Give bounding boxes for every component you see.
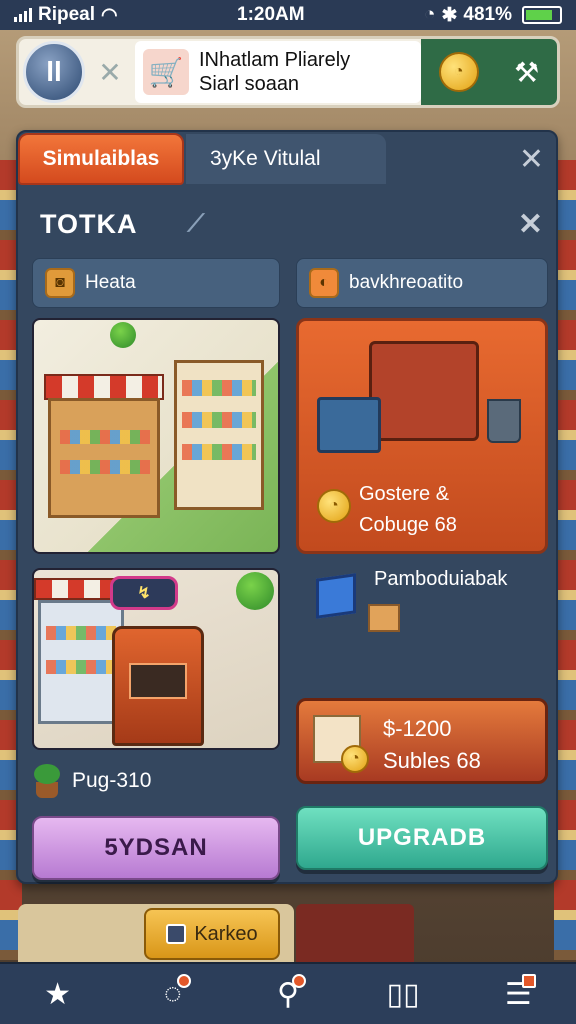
stall-goods (60, 430, 150, 444)
store-stall-scene[interactable] (32, 318, 280, 554)
tab-virtual[interactable]: 3yKe Vitulal (186, 134, 386, 184)
coin-icon: ◔ (341, 745, 369, 773)
map-pin-icon[interactable]: ◌ (151, 972, 195, 1016)
battery-percent: 481% (463, 4, 512, 25)
shelf-goods (182, 444, 256, 460)
stall-goods (60, 460, 150, 474)
reward-card[interactable]: ◔ $-1200 Subles 68 (296, 698, 548, 784)
wifi-icon: ◠ (101, 4, 118, 26)
ad-reward-area[interactable]: ◔ ⚒ (421, 39, 557, 105)
shopping-cart-icon: 🛒 (143, 49, 189, 95)
card-line-2: Cobuge 68 (359, 514, 457, 536)
coin-icon: ◔ (317, 489, 351, 523)
status-bar: Ripeal ◠ 1:20AM ◔ ✱ 481% (0, 0, 576, 30)
shelf-goods (182, 412, 256, 428)
ad-line-1: INhatlam Pliarely (199, 49, 351, 71)
plant-icon (110, 322, 136, 348)
left-action-button[interactable]: 5YDSAN (32, 816, 280, 880)
market-icon (166, 924, 187, 944)
neon-sign: ↯ (110, 576, 178, 610)
clock: 1:20AM (237, 4, 305, 25)
bush-icon (236, 572, 274, 610)
market-stall (48, 398, 160, 518)
book-icon[interactable]: ▯▯ (381, 972, 425, 1016)
fridge-goods (46, 626, 116, 640)
shop-machine (369, 341, 479, 441)
market-button[interactable]: Karkeo (144, 908, 280, 960)
signal-icon (14, 8, 32, 22)
upgrade-button[interactable]: UPGRADB (296, 806, 548, 870)
wrench-icon: ⟋ (187, 210, 206, 237)
tag-icon: ◐ (309, 268, 339, 298)
bottom-navigation: ★ ◌ ⚲ ▯▯ ☰ (0, 962, 576, 1024)
fridge-goods (46, 660, 116, 674)
plant-label: Pug-310 (72, 769, 152, 792)
right-category-label[interactable]: ◐ bavkhreoatito (296, 258, 548, 308)
battery-icon (522, 6, 562, 24)
hammer-icon[interactable]: ⚒ (514, 56, 539, 89)
left-category-text: Heata (85, 272, 136, 293)
news-icon[interactable]: ☰ (496, 972, 540, 1016)
close-tab-icon[interactable]: ✕ (519, 142, 544, 177)
camera-icon: ◙ (45, 268, 75, 298)
key-icon[interactable]: ⚲ (266, 972, 310, 1016)
plant-pot-icon (487, 399, 521, 443)
alarm-icon: ◔ (423, 4, 436, 25)
bottom-strip: Karkeo (18, 904, 558, 962)
coin-icon: ◔ (438, 52, 479, 92)
ad-line-2: Siarl soaan (199, 73, 300, 95)
reward-cost: $-1200 (383, 716, 452, 741)
close-panel-icon[interactable]: ✕ (518, 207, 544, 242)
stall-awning (44, 374, 164, 400)
register-card[interactable]: ◔ Gostere & Cobuge 68 (296, 318, 548, 554)
shelf-goods (182, 380, 256, 396)
market-button-label: Karkeo (194, 922, 258, 945)
tab-simulations[interactable]: Simulaiblas (18, 133, 184, 185)
card-line-1: Gostere & (359, 483, 450, 505)
bluetooth-icon: ✱ (441, 4, 458, 26)
cardboard-box-icon (368, 604, 400, 632)
ad-banner[interactable]: ll ✕ 🛒 INhatlam Pliarely Siarl soaan ◔ ⚒ (16, 36, 560, 108)
blue-box-icon (316, 573, 356, 619)
close-ad-icon[interactable]: ✕ (93, 56, 127, 89)
simulation-panel: Simulaiblas 3yKe Vitulal ✕ TOTKA ⟋ ✕ ◙ H… (16, 130, 558, 884)
app-logo: ll (23, 41, 85, 103)
cash-register-icon (317, 397, 381, 453)
vending-machine (112, 626, 204, 746)
ad-content[interactable]: 🛒 INhatlam Pliarely Siarl soaan (135, 41, 421, 103)
bottom-right-tile (296, 904, 414, 962)
reward-desc: Subles 68 (383, 747, 481, 773)
vending-scene[interactable]: ↯ (32, 568, 280, 750)
star-icon[interactable]: ★ (36, 972, 80, 1016)
right-category-text: bavkhreoatito (349, 272, 464, 293)
carrier-name: Ripeal (38, 4, 96, 25)
item-label: Pamboduiabak (374, 568, 508, 590)
potted-plant-icon (32, 764, 62, 798)
left-category-label[interactable]: ◙ Heata (32, 258, 280, 308)
item-area[interactable]: Pamboduiabak (296, 554, 548, 700)
panel-title: TOTKA (40, 208, 138, 239)
